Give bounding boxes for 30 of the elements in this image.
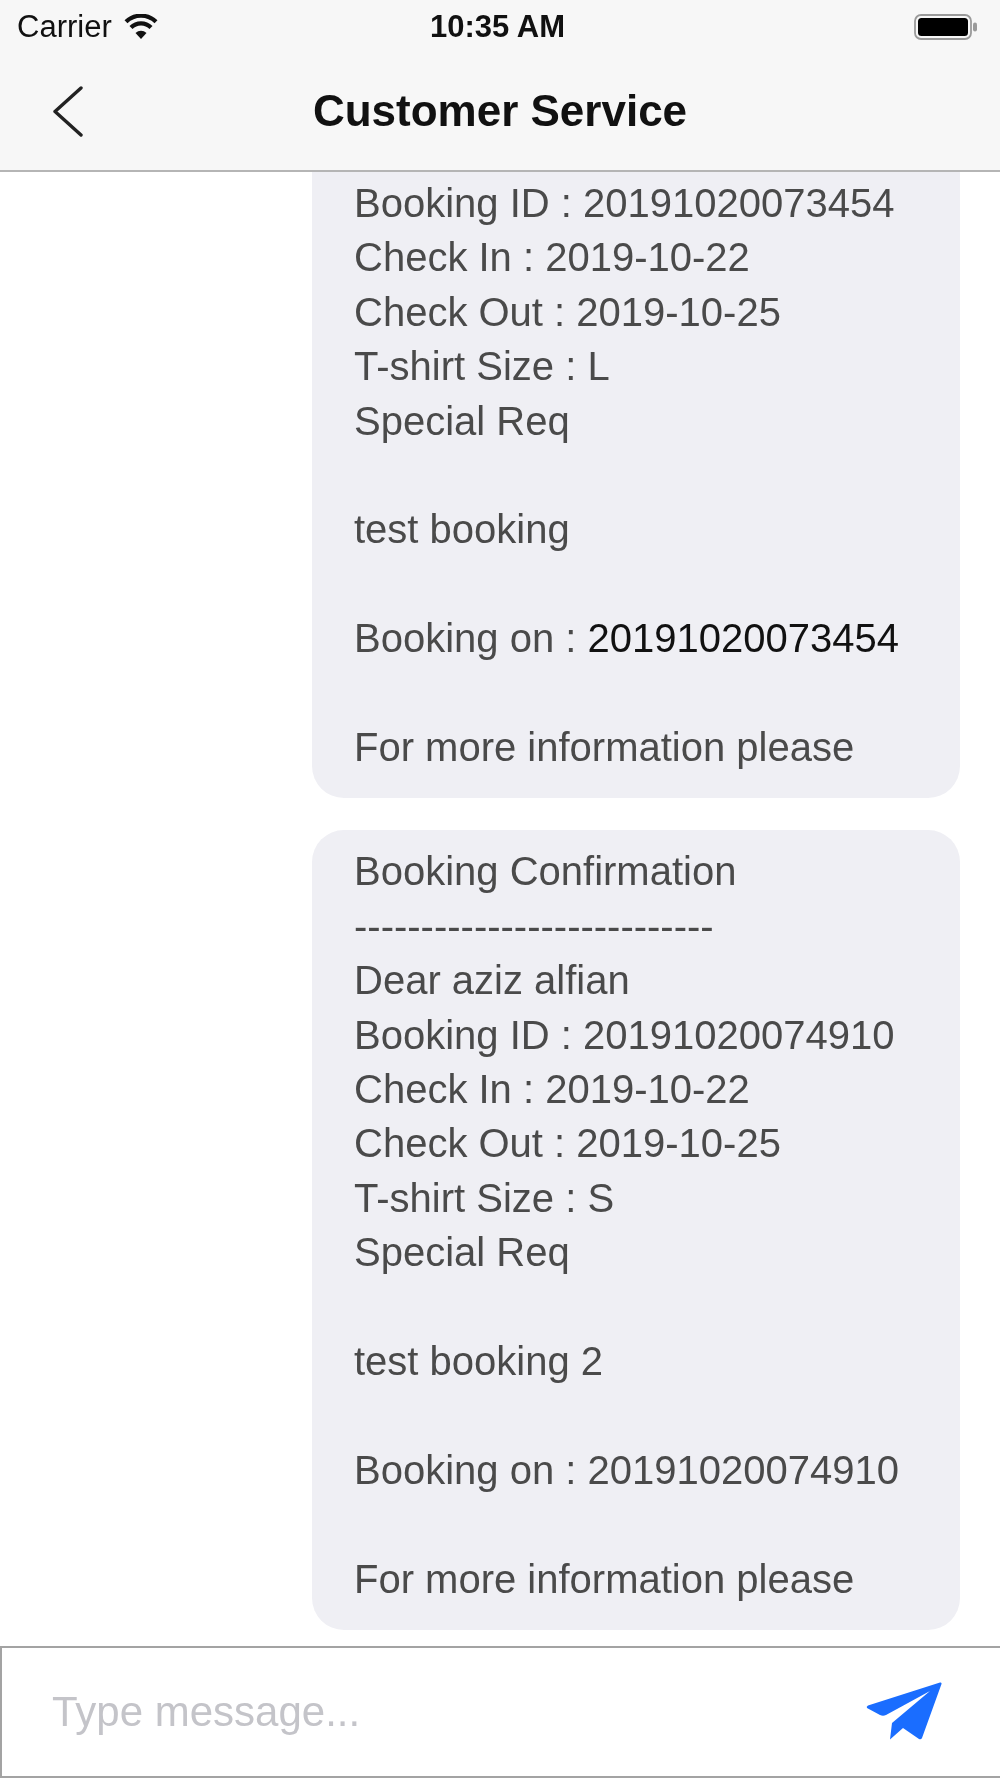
message-text: T-shirt Size : S xyxy=(354,1174,616,1222)
message-text: Booking on : 20191020073454 xyxy=(354,615,900,663)
booking-number-link[interactable]: 20191020073454 xyxy=(587,616,899,661)
message-text: Dear aziz alfian xyxy=(354,957,631,1005)
carrier-label: Carrier xyxy=(17,11,112,42)
message-text: For more information please xyxy=(354,1555,856,1603)
paper-plane-icon xyxy=(866,1682,942,1740)
message-text: Booking ID : 20191020073454 xyxy=(354,180,896,227)
wifi-icon xyxy=(123,13,158,40)
message-text: Special Req xyxy=(354,1229,571,1277)
message-text: Check Out : 2019-10-25 xyxy=(354,288,782,336)
message-text: Check Out : 2019-10-25 xyxy=(354,1120,782,1168)
message-input[interactable]: Type message... xyxy=(0,1646,1000,1778)
message-text: test booking xyxy=(354,506,571,554)
message-text: Check In : 2019-10-22 xyxy=(354,234,751,282)
back-button[interactable] xyxy=(51,86,85,137)
message-text: Booking on : 20191020074910 xyxy=(354,1446,900,1494)
message-text: Booking ID : 20191020074910 xyxy=(354,1011,896,1059)
message-text: Booking Confirmation xyxy=(354,848,738,896)
message-text: test booking 2 xyxy=(354,1338,605,1386)
clock-time: 10:35 AM xyxy=(430,11,565,42)
message-text: T-shirt Size : L xyxy=(354,343,611,391)
message-text: Special Req xyxy=(354,397,571,445)
chevron-left-icon xyxy=(51,86,85,137)
message-text: --------------------------- xyxy=(354,902,715,950)
message-text: Check In : 2019-10-22 xyxy=(354,1066,751,1114)
page-title: Customer Service xyxy=(312,85,688,138)
message-text: For more information please xyxy=(354,724,856,771)
battery-icon xyxy=(914,13,978,40)
send-button[interactable] xyxy=(866,1682,942,1740)
